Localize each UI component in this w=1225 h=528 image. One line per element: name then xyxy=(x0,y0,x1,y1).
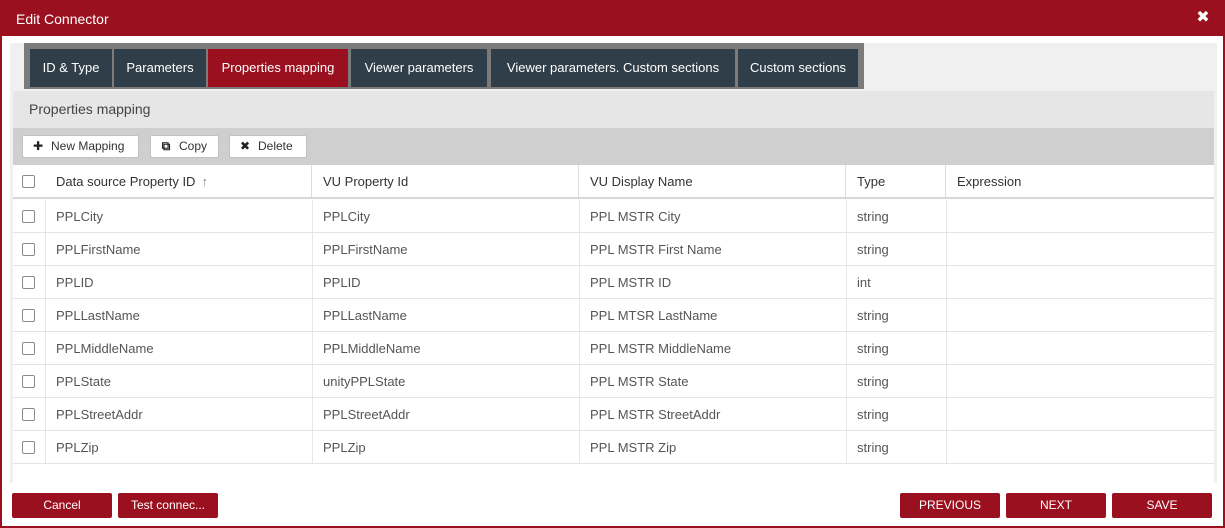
tab-id-type[interactable]: ID & Type xyxy=(30,49,112,87)
cell-ds-property-id: PPLState xyxy=(56,374,111,389)
cell-expression xyxy=(946,266,1214,298)
cell-expression xyxy=(946,365,1214,397)
column-header-ds-id-label: Data source Property ID xyxy=(56,174,196,189)
table-row[interactable]: PPLMiddleName PPLMiddleName PPL MSTR Middl… xyxy=(13,332,1214,365)
cell-type: string xyxy=(857,308,889,323)
cell-vu-display-name: PPL MSTR First Name xyxy=(590,242,722,257)
delete-button[interactable]: ✖ Delete xyxy=(229,135,307,158)
cell-ds-property-id: PPLLastName xyxy=(56,308,140,323)
table-row[interactable]: PPLLastName PPLLastName PPL MTSR LastName s… xyxy=(13,299,1214,332)
dialog-content: ID & Type Parameters Properties mapping … xyxy=(10,43,1217,483)
tab-custom-sections[interactable]: Custom sections xyxy=(738,49,858,87)
row-checkbox[interactable] xyxy=(22,243,35,256)
test-connection-button[interactable]: Test connec... xyxy=(118,493,218,518)
next-button[interactable]: NEXT xyxy=(1006,493,1106,518)
row-checkbox[interactable] xyxy=(22,276,35,289)
copy-icon: ⧉ xyxy=(161,139,171,153)
dialog-footer: Cancel Test connec... PREVIOUS NEXT SAVE xyxy=(2,487,1223,526)
cell-vu-display-name: PPL MSTR StreetAddr xyxy=(590,407,721,422)
cell-type: string xyxy=(857,440,889,455)
new-mapping-button[interactable]: ✚ New Mapping xyxy=(22,135,139,158)
delete-label: Delete xyxy=(258,139,293,153)
cell-vu-property-id: PPLID xyxy=(323,275,361,290)
cell-type: string xyxy=(857,407,889,422)
copy-label: Copy xyxy=(179,139,208,153)
tab-viewer-parameters[interactable]: Viewer parameters xyxy=(351,49,487,87)
cell-vu-display-name: PPL MSTR State xyxy=(590,374,689,389)
column-header-vu-property-id[interactable]: VU Property Id xyxy=(312,165,579,197)
cell-vu-display-name: PPL MSTR ID xyxy=(590,275,672,290)
column-header-ds-id[interactable]: Data source Property ID ↑ xyxy=(45,165,312,197)
table-row[interactable]: PPLID PPLID PPL MSTR ID int xyxy=(13,266,1214,299)
tab-properties-mapping[interactable]: Properties mapping xyxy=(208,49,348,87)
column-header-expression[interactable]: Expression xyxy=(946,165,1214,197)
row-checkbox[interactable] xyxy=(22,441,35,454)
save-button[interactable]: SAVE xyxy=(1112,493,1212,518)
cell-ds-property-id: PPLFirstName xyxy=(56,242,141,257)
cell-ds-property-id: PPLZip xyxy=(56,440,99,455)
cell-expression xyxy=(946,200,1214,232)
tab-bar: ID & Type Parameters Properties mapping … xyxy=(24,43,864,89)
cell-vu-property-id: PPLZip xyxy=(323,440,366,455)
cell-ds-property-id: PPLMiddleName xyxy=(56,341,154,356)
table-row[interactable]: PPLState unityPPLState PPL MSTR State strin… xyxy=(13,365,1214,398)
row-checkbox[interactable] xyxy=(22,408,35,421)
cell-expression xyxy=(946,233,1214,265)
properties-mapping-panel: Properties mapping ✚ New Mapping ⧉ Copy ✖ D… xyxy=(13,91,1214,483)
select-all-checkbox[interactable] xyxy=(22,175,35,188)
cell-vu-display-name: PPL MSTR Zip xyxy=(590,440,677,455)
table-row[interactable]: PPLFirstName PPLFirstName PPL MSTR First N… xyxy=(13,233,1214,266)
cell-vu-property-id: PPLLastName xyxy=(323,308,407,323)
cell-vu-display-name: PPL MSTR MiddleName xyxy=(590,341,732,356)
cell-expression xyxy=(946,398,1214,430)
cell-ds-property-id: PPLCity xyxy=(56,209,103,224)
grid-header-row: Data source Property ID ↑ VU Property Id … xyxy=(13,165,1214,199)
table-row[interactable]: PPLStreetAddr PPLStreetAddr PPL MSTR Stree… xyxy=(13,398,1214,431)
tab-parameters[interactable]: Parameters xyxy=(114,49,206,87)
cell-type: string xyxy=(857,209,889,224)
cell-expression xyxy=(946,332,1214,364)
dialog-title: Edit Connector xyxy=(16,11,109,27)
cell-vu-display-name: PPL MSTR City xyxy=(590,209,681,224)
column-header-type[interactable]: Type xyxy=(846,165,946,197)
row-checkbox[interactable] xyxy=(22,375,35,388)
close-icon[interactable]: ✖ xyxy=(1195,10,1211,26)
table-row[interactable]: PPLZip PPLZip PPL MSTR Zip string xyxy=(13,431,1214,464)
cell-vu-property-id: PPLMiddleName xyxy=(323,341,421,356)
table-row[interactable]: PPLCity PPLCity PPL MSTR City string xyxy=(13,200,1214,233)
cell-vu-property-id: PPLCity xyxy=(323,209,370,224)
new-mapping-label: New Mapping xyxy=(51,139,125,153)
delete-x-icon: ✖ xyxy=(239,139,251,153)
cell-ds-property-id: PPLStreetAddr xyxy=(56,407,143,422)
column-header-vu-display-name[interactable]: VU Display Name xyxy=(579,165,846,197)
panel-title: Properties mapping xyxy=(13,91,1214,128)
cell-vu-property-id: PPLStreetAddr xyxy=(323,407,410,422)
cell-ds-property-id: PPLID xyxy=(56,275,94,290)
cell-type: string xyxy=(857,341,889,356)
row-checkbox[interactable] xyxy=(22,342,35,355)
cell-expression xyxy=(946,431,1214,463)
cell-type: string xyxy=(857,242,889,257)
cell-vu-property-id: PPLFirstName xyxy=(323,242,408,257)
row-checkbox[interactable] xyxy=(22,210,35,223)
edit-connector-dialog: Edit Connector ✖ ID & Type Parameters Pr… xyxy=(0,0,1225,528)
cell-vu-property-id: unityPPLState xyxy=(323,374,406,389)
tab-viewer-parameters-custom-sections[interactable]: Viewer parameters. Custom sections xyxy=(491,49,735,87)
copy-button[interactable]: ⧉ Copy xyxy=(150,135,219,158)
grid-toolbar: ✚ New Mapping ⧉ Copy ✖ Delete xyxy=(13,128,1214,165)
cell-type: int xyxy=(857,275,871,290)
cell-type: string xyxy=(857,374,889,389)
dialog-titlebar: Edit Connector ✖ xyxy=(2,2,1223,36)
row-checkbox[interactable] xyxy=(22,309,35,322)
previous-button[interactable]: PREVIOUS xyxy=(900,493,1000,518)
cancel-button[interactable]: Cancel xyxy=(12,493,112,518)
cell-vu-display-name: PPL MTSR LastName xyxy=(590,308,718,323)
plus-icon: ✚ xyxy=(32,139,44,153)
cell-expression xyxy=(946,299,1214,331)
sort-ascending-icon: ↑ xyxy=(201,174,208,189)
